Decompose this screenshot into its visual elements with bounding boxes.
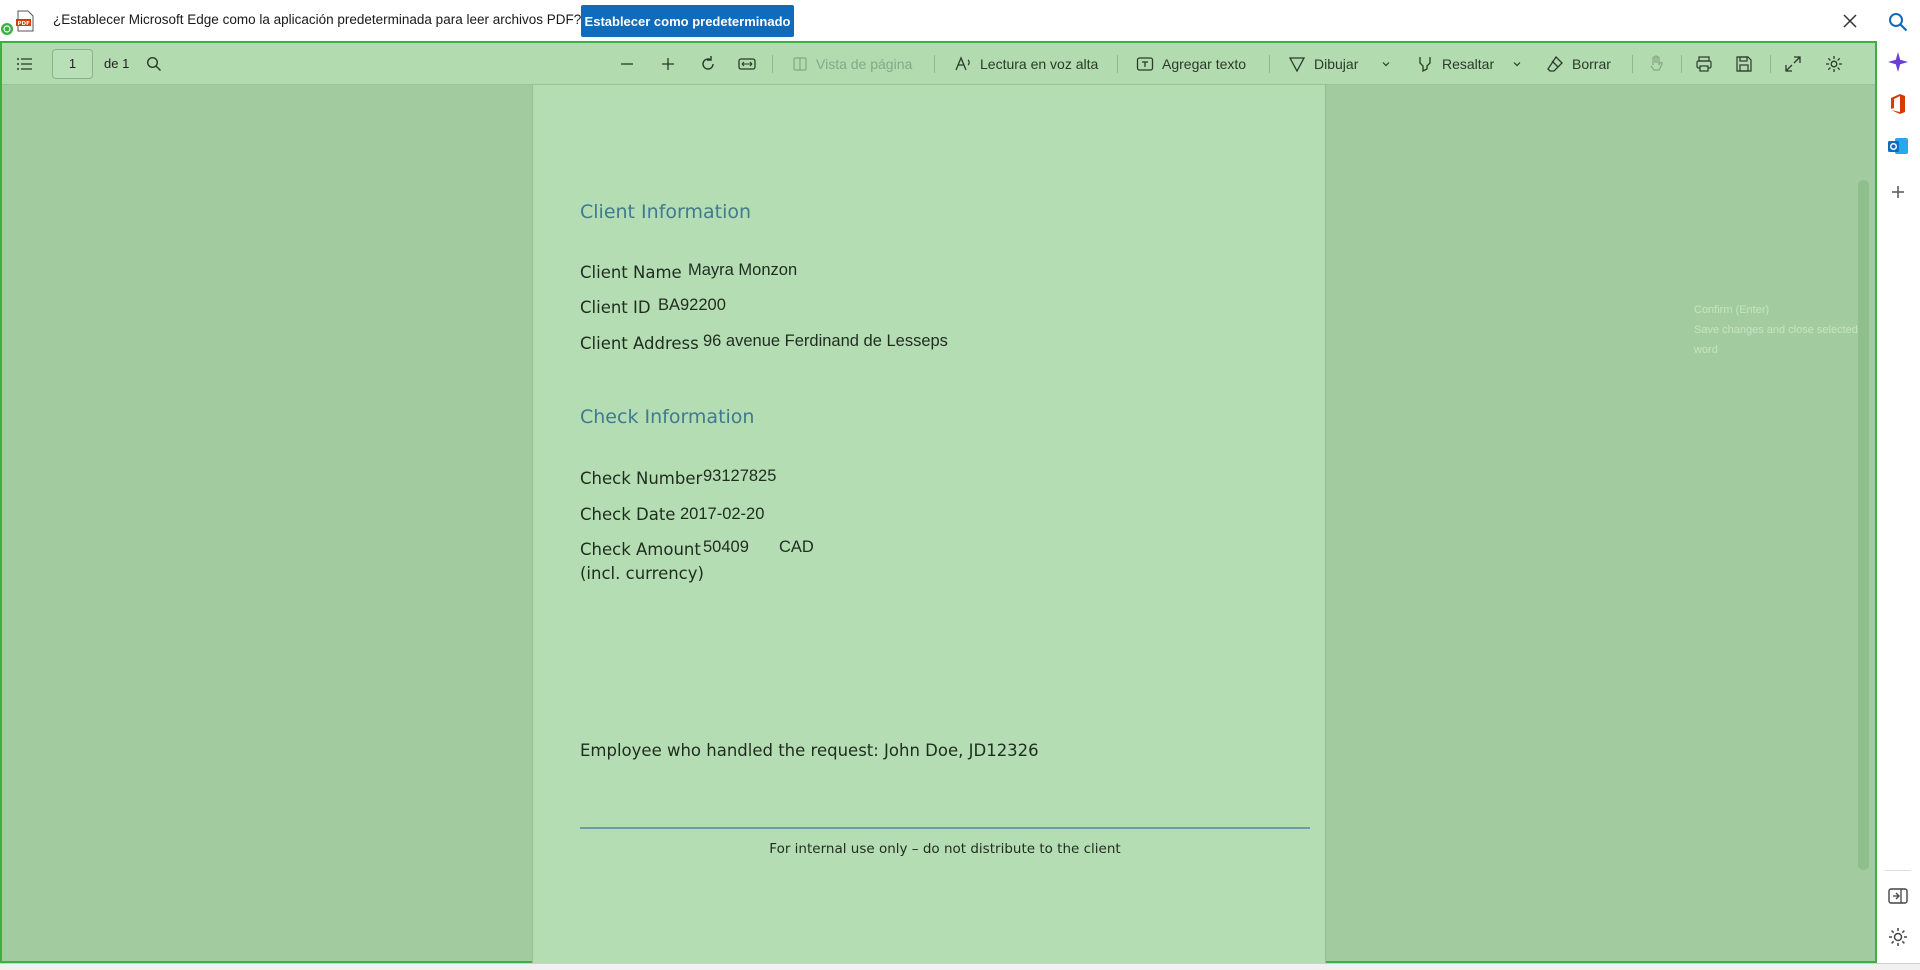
minus-icon — [621, 63, 633, 65]
pdf-settings-button[interactable] — [1825, 43, 1843, 85]
highlighter-icon — [1419, 57, 1431, 73]
full-screen-button[interactable] — [1784, 43, 1802, 85]
search-icon — [146, 56, 161, 71]
client-name-label: Client Name — [580, 263, 682, 282]
default-app-infobar: PDF ¿Establecer Microsoft Edge como la a… — [0, 0, 1877, 41]
zoom-in-button[interactable] — [660, 43, 676, 85]
read-aloud-label: Lectura en voz alta — [980, 56, 1099, 72]
touch-mode-button[interactable] — [1647, 43, 1665, 85]
page-number-input[interactable]: 1 — [52, 49, 93, 79]
pdf-file-icon: PDF — [16, 10, 34, 32]
print-button[interactable] — [1695, 43, 1713, 85]
taskbar-strip — [0, 963, 1920, 970]
read-aloud-button[interactable]: Lectura en voz alta — [954, 43, 1098, 85]
footer-note: For internal use only – do not distribut… — [769, 841, 1121, 857]
check-number-value: 93127825 — [703, 467, 777, 485]
toolbar-separator — [1770, 55, 1771, 73]
expand-icon — [1785, 56, 1801, 72]
zoom-out-button[interactable] — [619, 43, 635, 85]
client-address-value: 96 avenue Ferdinand de Lesseps — [703, 332, 948, 350]
chevron-down-icon — [1382, 62, 1390, 67]
pdf-toolbar: 1 de 1 Vista de página Lectura en voz al… — [2, 43, 1875, 85]
save-icon — [1736, 56, 1752, 72]
gear-icon[interactable] — [1886, 925, 1910, 949]
toolbar-separator — [1632, 55, 1633, 73]
client-address-label: Client Address — [580, 334, 699, 353]
office-icon[interactable] — [1886, 92, 1910, 116]
client-id-label: Client ID — [580, 298, 651, 317]
table-of-contents-button[interactable] — [16, 43, 34, 85]
faded-tooltip-title: Confirm (Enter) — [1694, 304, 1770, 316]
toolbar-separator — [934, 55, 935, 73]
sidebar-divider — [1885, 870, 1911, 871]
text-box-icon — [1136, 57, 1154, 71]
client-name-value: Mayra Monzon — [688, 261, 798, 279]
check-date-value: 2017-02-20 — [680, 505, 765, 523]
client-section-title: Client Information — [580, 201, 752, 223]
toolbar-separator — [772, 55, 773, 73]
page-count: de 1 — [104, 56, 130, 71]
scrollbar-thumb[interactable] — [1858, 180, 1869, 870]
print-icon — [1696, 56, 1712, 72]
pdf-viewer: 1 de 1 Vista de página Lectura en voz al… — [0, 41, 1877, 965]
erase-label: Borrar — [1572, 56, 1611, 72]
draw-label: Dibujar — [1314, 56, 1359, 72]
check-section-title: Check Information — [580, 406, 755, 428]
highlight-options-dropdown[interactable] — [1511, 43, 1523, 85]
chevron-down-icon — [1513, 62, 1521, 67]
add-icon[interactable] — [1886, 180, 1910, 204]
footer-divider — [580, 827, 1310, 829]
find-button[interactable] — [146, 43, 162, 85]
plus-icon — [662, 58, 674, 70]
hide-sidebar-icon[interactable] — [1886, 884, 1910, 908]
read-aloud-icon — [955, 56, 970, 71]
page-view-icon — [793, 57, 807, 71]
outlook-icon[interactable] — [1886, 134, 1910, 158]
highlight-button[interactable]: Resaltar — [1416, 43, 1494, 85]
add-text-button[interactable]: Agregar texto — [1136, 43, 1246, 85]
hand-icon — [1650, 55, 1663, 71]
employee-line: Employee who handled the request: John D… — [580, 741, 1039, 760]
toolbar-separator — [1269, 55, 1270, 73]
faded-tooltip-body: Save changes and close selected word — [1694, 324, 1858, 356]
client-id-value: BA92200 — [658, 296, 726, 314]
highlight-label: Resaltar — [1442, 56, 1495, 72]
check-amount-sub-label: (incl. currency) — [580, 564, 704, 583]
check-amount-value: 50409 — [703, 538, 749, 556]
list-icon — [17, 58, 32, 70]
gear-icon — [1826, 56, 1842, 72]
draw-icon — [1288, 57, 1306, 73]
fit-width-icon — [738, 58, 756, 70]
toolbar-separator — [1681, 55, 1682, 73]
save-button[interactable] — [1735, 43, 1753, 85]
infobar-message: ¿Establecer Microsoft Edge como la aplic… — [53, 12, 582, 27]
pdf-page: Client Information Client Name Mayra Mon… — [532, 85, 1326, 965]
rotate-icon — [702, 56, 714, 70]
draw-options-dropdown[interactable] — [1380, 43, 1392, 85]
check-date-label: Check Date — [580, 505, 676, 524]
add-text-label: Agregar texto — [1162, 56, 1247, 72]
check-amount-label: Check Amount — [580, 540, 701, 559]
focus-indicator-icon — [1, 23, 13, 35]
toolbar-separator — [1117, 55, 1118, 73]
check-currency-value: CAD — [779, 538, 814, 556]
close-icon[interactable] — [1838, 9, 1862, 33]
faded-tooltip: Confirm (Enter) Save changes and close s… — [1694, 300, 1875, 360]
draw-button[interactable]: Dibujar — [1288, 43, 1358, 85]
eraser-icon — [1547, 55, 1563, 72]
page-view-button[interactable]: Vista de página — [792, 43, 912, 85]
search-icon[interactable] — [1886, 10, 1910, 34]
erase-button[interactable]: Borrar — [1546, 43, 1611, 85]
fit-to-width-button[interactable] — [738, 43, 756, 85]
page-view-label: Vista de página — [816, 56, 913, 72]
copilot-sparkle-icon[interactable] — [1886, 50, 1910, 74]
edge-sidebar — [1877, 0, 1920, 963]
check-number-label: Check Number — [580, 469, 703, 488]
svg-text:PDF: PDF — [18, 21, 31, 27]
rotate-button[interactable] — [699, 43, 717, 85]
set-as-default-button[interactable]: Establecer como predeterminado — [581, 5, 794, 37]
